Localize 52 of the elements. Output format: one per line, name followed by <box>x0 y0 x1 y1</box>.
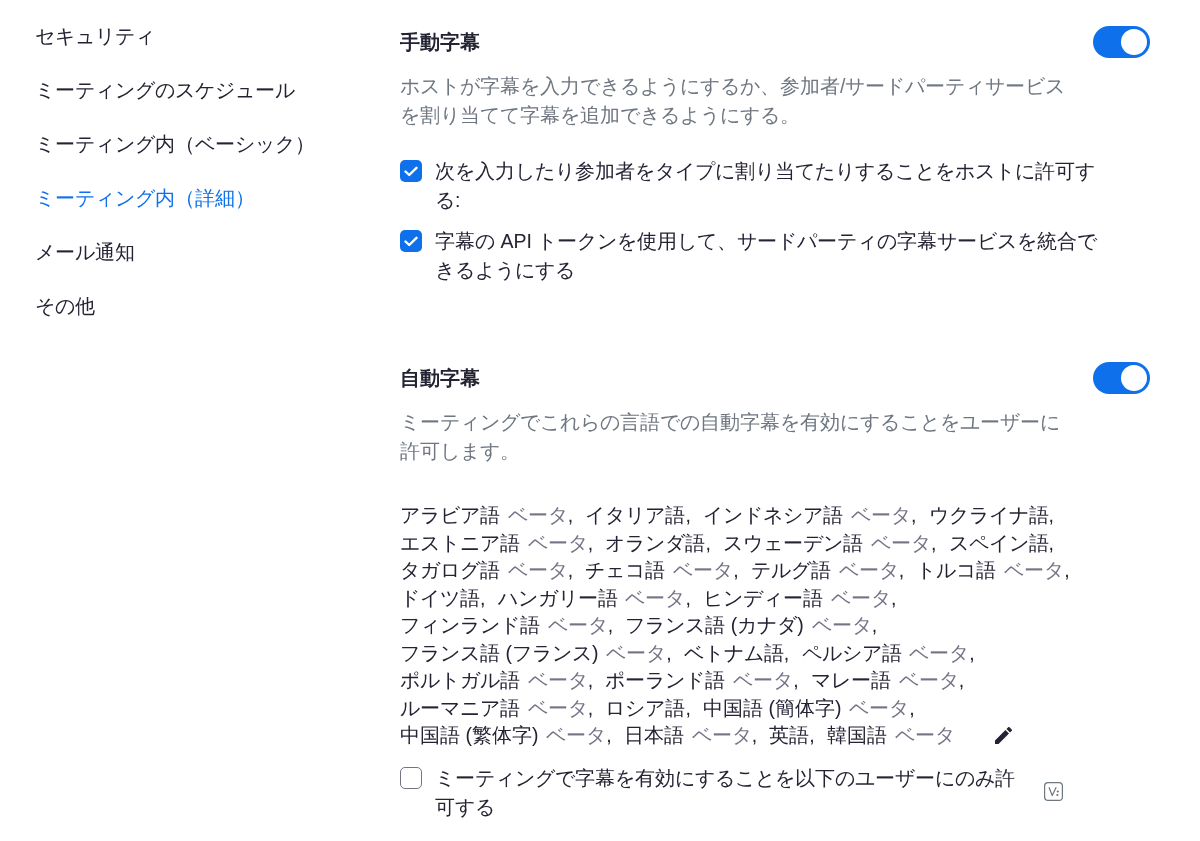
language-name: スペイン語, <box>948 531 1054 554</box>
language-name: ドイツ語, <box>400 586 486 609</box>
language-name: チェコ語 ベータ, <box>585 559 739 581</box>
language-name: ペルシア語 ベータ, <box>801 641 975 664</box>
language-name: ポーランド語 ベータ, <box>605 669 799 691</box>
language-name: インドネシア語 ベータ, <box>703 504 917 526</box>
language-name: ハンガリー語 ベータ, <box>497 586 691 609</box>
sidebar-item[interactable]: ミーティング内（ベーシック） <box>35 130 315 159</box>
language-name: フランス語 (カナダ) ベータ, <box>625 614 878 636</box>
checkbox-label: 次を入力したり参加者をタイプに割り当てたりすることをホストに許可する: <box>435 159 1096 213</box>
language-name: イタリア語, <box>585 504 691 526</box>
language-name: スウェーデン語 ベータ, <box>723 531 937 554</box>
language-name: 中国語 (繁体字) ベータ, <box>400 724 612 746</box>
language-name: テルグ語 ベータ, <box>750 559 905 581</box>
sidebar-item[interactable]: メール通知 <box>35 238 135 267</box>
language-name: エストニア語 ベータ, <box>400 531 594 554</box>
language-name: トルコ語 ベータ, <box>916 559 1070 581</box>
language-name: ロシア語, <box>605 696 691 719</box>
language-name: 中国語 (簡体字) ベータ, <box>703 696 915 719</box>
toggle-switch[interactable] <box>1093 26 1150 58</box>
toggle-switch[interactable] <box>1093 362 1150 394</box>
language-name: オランダ語, <box>605 531 711 554</box>
checkmark-icon <box>404 235 418 247</box>
language-name: フランス語 (フランス) ベータ, <box>400 641 672 664</box>
language-name: ルーマニア語 ベータ, <box>400 696 594 719</box>
checkbox[interactable] <box>400 230 422 252</box>
language-name: ベトナム語, <box>683 641 790 664</box>
checkbox-label: ミーティングで字幕を有効にすることを以下のユーザーにのみ許可する <box>435 765 1016 820</box>
language-name: ポルトガル語 ベータ, <box>400 669 594 691</box>
checkmark-icon <box>404 165 418 177</box>
checkbox[interactable] <box>400 160 422 182</box>
section-title: 自動字幕 <box>400 365 480 391</box>
language-name: タガログ語 ベータ, <box>400 559 574 581</box>
sidebar-item[interactable]: ミーティングのスケジュール <box>35 76 295 105</box>
sidebar-item[interactable]: セキュリティ <box>35 22 155 51</box>
sidebar-item[interactable]: ミーティング内（詳細） <box>35 184 255 213</box>
language-name: マレー語 ベータ, <box>810 669 965 691</box>
v-mark-icon <box>1044 781 1063 801</box>
language-name: 韓国語 ベータ <box>826 724 955 746</box>
language-name: 英語, <box>769 724 815 746</box>
language-name: ウクライナ語, <box>928 504 1054 526</box>
edit-pencil-icon[interactable] <box>995 727 1012 744</box>
checkbox-label: 字幕の API トークンを使用して、サードパーティの字幕サービスを統合できるようにする <box>435 229 1099 283</box>
sidebar-item[interactable]: その他 <box>35 292 95 321</box>
checkbox[interactable] <box>400 766 422 789</box>
section-description: ホストが字幕を入力できるようにするか、参加者/サードパーティサービスを割り当てて字幕を追加できるようにする。 <box>400 74 1067 128</box>
section-title: 手動字幕 <box>400 29 480 55</box>
language-name: アラビア語 ベータ, <box>400 504 574 526</box>
section-description: ミーティングでこれらの言語での自動字幕を有効にすることをユーザーに許可します。 <box>400 410 1061 464</box>
language-name: フィンランド語 ベータ, <box>400 614 614 636</box>
language-name: 日本語 ベータ, <box>623 724 758 746</box>
language-name: ヒンディー語 ベータ, <box>703 586 897 609</box>
